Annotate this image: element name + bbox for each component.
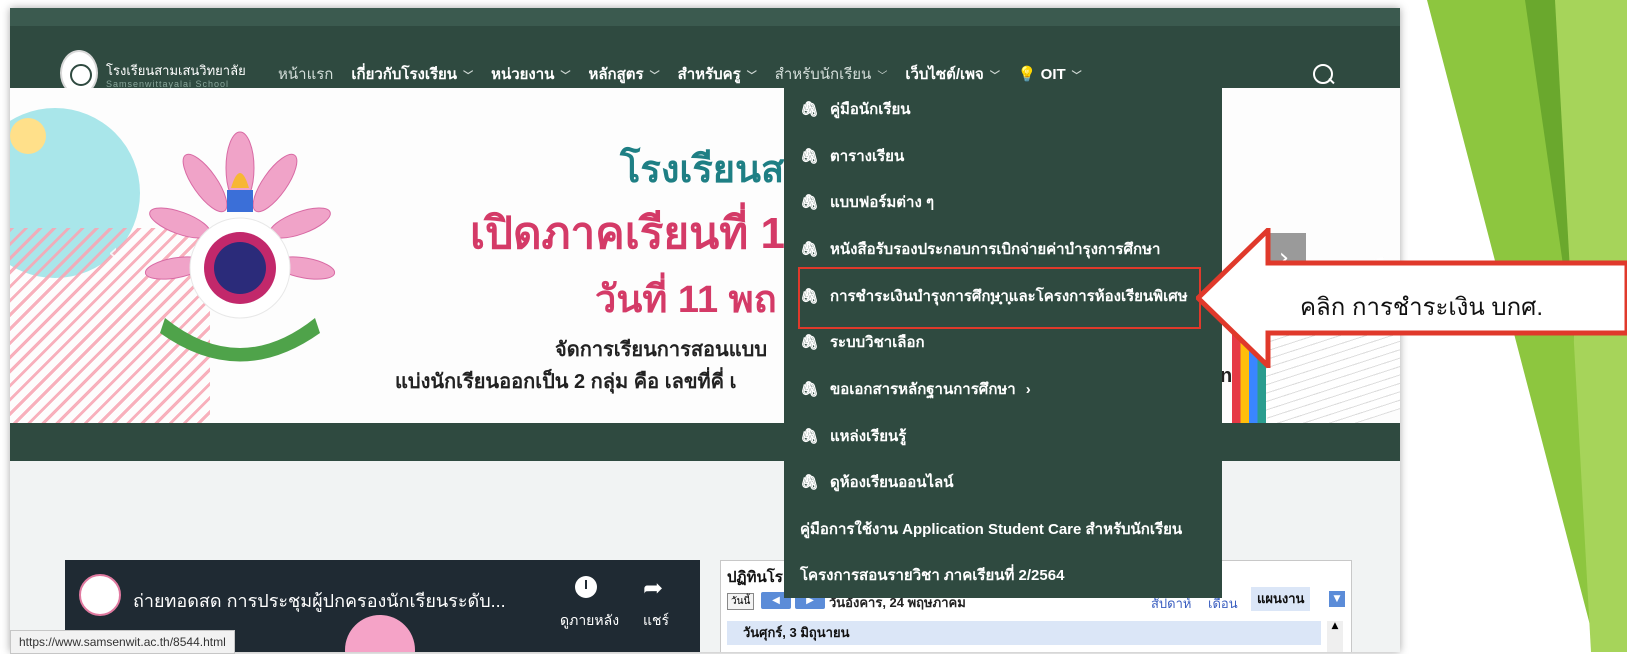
menu-departments[interactable]: หน่วยงาน ﹀ [491,62,570,86]
chevron-down-icon: ﹀ [1071,70,1082,82]
paperclip-icon: 🖇 [800,334,820,351]
banner-text-2: แบ่งนักเรียนออกเป็น 2 กลุ่ม คือ เลขที่คี… [395,371,737,393]
top-navbar: โรงเรียนสามเสนวิทยาลัย Samsenwittayalai … [10,8,1400,99]
paperclip-icon: 🖇 [800,148,820,165]
calendar-agenda-tab[interactable]: แผนงาน [1251,587,1311,611]
dropdown-item[interactable]: 🖇 ขอเอกสารหลักฐานการศึกษา › [800,374,1031,404]
menu-curriculum[interactable]: หลักสูตร ﹀ [588,62,659,86]
menu-teachers[interactable]: สำหรับครู ﹀ [678,62,757,86]
banner-subheading: เปิดภาคเรียนที่ 1 [470,209,785,258]
share-label[interactable]: แชร์ [643,610,669,632]
paperclip-icon: 🖇 [800,241,820,258]
dropdown-item[interactable]: 🖇 ตารางเรียน [800,141,904,171]
menu-home[interactable]: หน้าแรก [278,62,333,86]
dropdown-item[interactable]: 🖇 แบบฟอร์มต่าง ๆ [800,187,934,217]
menu-websites[interactable]: เว็บไซต์/เพจ ﹀ [905,62,1000,86]
paperclip-icon: 🖇 [800,194,820,211]
dropdown-item[interactable]: 🖇 แหล่งเรียนรู้ [800,421,906,451]
chevron-down-icon: ﹀ [746,70,757,82]
video-title[interactable]: ถ่ายทอดสด การประชุมผู้ปกครองนักเรียนระดั… [133,586,506,615]
chevron-down-icon: ﹀ [463,70,474,82]
decor-circle [10,118,46,154]
school-emblem-icon [144,131,336,362]
menu-oit[interactable]: 💡 OIT ﹀ [1018,62,1082,86]
calendar-title: ปฏิทินโร [727,569,783,586]
watch-later-label[interactable]: ดูภายหลัง [560,610,619,632]
dropdown-item[interactable]: คู่มือการใช้งาน Application Student Care… [800,514,1182,544]
video-thumbnail-logo [345,615,415,652]
search-icon[interactable] [1313,64,1333,84]
dropdown-item[interactable]: 🖇 คู่มือนักเรียน [800,94,911,124]
dropdown-item[interactable]: 🖇 ระบบวิชาเลือก [800,327,925,357]
site-name[interactable]: โรงเรียนสามเสนวิทยาลัย [106,60,246,81]
dropdown-item[interactable]: 🖇 หนังสือรับรองประกอบการเบิกจ่ายค่าบำรุงก… [800,234,1160,264]
chevron-right-icon: › [1025,380,1031,398]
chevron-down-icon[interactable]: ▼ [1329,591,1345,607]
menu-students[interactable]: สำหรับนักเรียน ﹀ [775,62,888,86]
paperclip-icon: 🖇 [800,428,820,445]
chevron-down-icon: ﹀ [989,70,1000,82]
chevron-down-icon: ﹀ [877,70,888,82]
paperclip-icon: 🖇 [800,381,820,398]
callout-text: คลิก การชำระเงิน บกศ. [1300,294,1544,321]
share-icon[interactable]: ➦ [643,574,663,602]
channel-avatar[interactable] [79,574,121,616]
student-dropdown-menu: 🖇 คู่มือนักเรียน 🖇 ตารางเรียน 🖇 แบบฟอร์มต่า… [784,86,1222,598]
banner-heading: โรงเรียนส [620,149,785,191]
chevron-down-icon: ﹀ [649,70,660,82]
banner-date: วันที่ 11 พถ [595,279,777,321]
dropdown-item[interactable]: 🖇 ดูห้องเรียนออนไลน์ [800,467,953,497]
paperclip-icon: 🖇 [800,101,820,118]
calendar-today-button[interactable]: วันนี้ [727,593,755,610]
paperclip-icon: 🖇 [800,474,820,491]
calendar-day-row: วันศุกร์, 3 มิถุนายน [727,621,1321,645]
active-indicator-dots: ••• [989,297,1015,310]
main-menu: หน้าแรก เกี่ยวกับโรงเรียน ﹀ หน่วยงาน ﹀ หลั… [278,62,1100,86]
status-bar-url: https://www.samsenwit.ac.th/8544.html [10,630,235,654]
menu-about[interactable]: เกี่ยวกับโรงเรียน ﹀ [351,62,473,86]
chevron-left-icon[interactable]: ‹ [108,238,118,268]
calendar-scrollbar[interactable]: ▲ [1327,621,1343,652]
clock-icon[interactable] [575,576,597,598]
dropdown-item[interactable]: โครงการสอนรายวิชา ภาคเรียนที่ 2/2564 [800,560,1064,590]
chevron-down-icon: ﹀ [560,70,571,82]
banner-text-1: จัดการเรียนการสอนแบบ [555,339,768,361]
